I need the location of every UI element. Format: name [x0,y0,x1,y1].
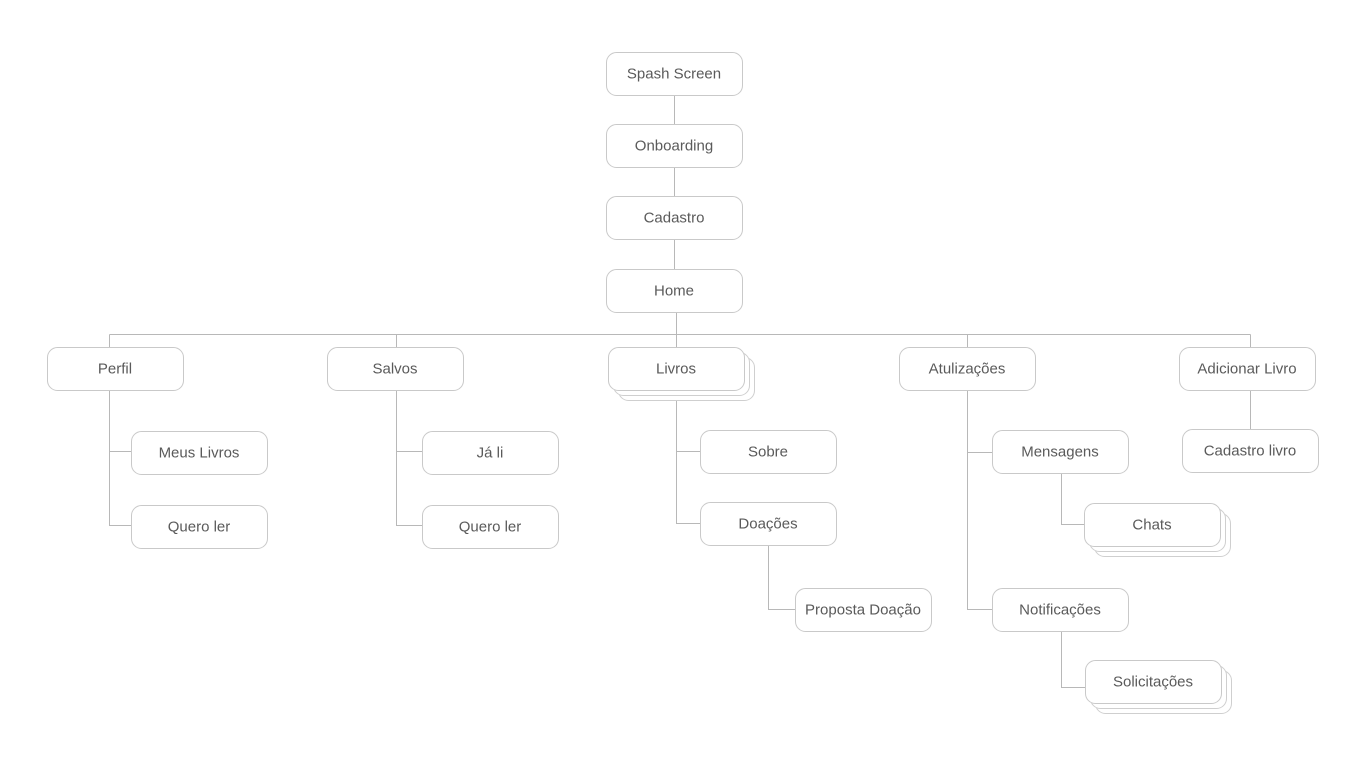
node-label: Cadastro [644,210,705,227]
node-label: Atulizações [929,361,1006,378]
node-label: Sobre [748,444,788,461]
node-home[interactable]: Home [606,269,743,313]
node-chats[interactable]: Chats [1084,503,1231,557]
node-cadastro[interactable]: Cadastro [606,196,743,240]
node-label: Perfil [98,361,132,378]
node-proposta-doacao[interactable]: Proposta Doação [795,588,932,632]
node-notificacoes[interactable]: Notificações [992,588,1129,632]
node-label: Quero ler [168,519,231,536]
edge-doacoes-proposta [768,545,796,610]
node-label: Spash Screen [627,66,721,83]
edge-livros-children [676,400,701,524]
node-onboarding[interactable]: Onboarding [606,124,743,168]
node-label: Livros [656,361,696,378]
node-label: Chats [1132,517,1171,534]
node-perfil[interactable]: Perfil [47,347,184,391]
node-label: Cadastro livro [1204,443,1297,460]
node-cadastro-livro[interactable]: Cadastro livro [1182,429,1319,473]
node-label: Salvos [372,361,417,378]
node-label: Mensagens [1021,444,1099,461]
node-label: Doações [738,516,797,533]
sitemap-diagram: Spash Screen Onboarding Cadastro Home Perfil… [47,52,1319,714]
node-label: Meus Livros [159,445,240,462]
node-adicionar-livro[interactable]: Adicionar Livro [1179,347,1316,391]
node-label: Quero ler [459,519,522,536]
node-ja-li[interactable]: Já li [422,431,559,475]
nodes-layer: Spash Screen Onboarding Cadastro Home Perfil… [47,52,1319,714]
node-atualizacoes[interactable]: Atulizações [899,347,1036,391]
node-label: Onboarding [635,138,713,155]
node-label: Já li [477,445,504,462]
node-perfil-quero-ler[interactable]: Quero ler [131,505,268,549]
edge-atualizacoes-children [967,390,993,610]
node-label: Notificações [1019,602,1101,619]
edge-salvos-children [396,390,423,526]
node-splash[interactable]: Spash Screen [606,52,743,96]
node-sobre[interactable]: Sobre [700,430,837,474]
node-label: Adicionar Livro [1197,361,1296,378]
edge-mensagens-chats [1061,473,1085,525]
edge-notificacoes-solicitacoes [1061,631,1086,688]
node-doacoes[interactable]: Doações [700,502,837,546]
node-salvos[interactable]: Salvos [327,347,464,391]
node-livros[interactable]: Livros [608,347,755,401]
node-mensagens[interactable]: Mensagens [992,430,1129,474]
edge-perfil-children [109,390,132,526]
node-solicitacoes[interactable]: Solicitações [1085,660,1232,714]
node-salvos-quero-ler[interactable]: Quero ler [422,505,559,549]
node-label: Proposta Doação [805,602,921,619]
node-meus-livros[interactable]: Meus Livros [131,431,268,475]
node-label: Solicitações [1113,674,1193,691]
node-label: Home [654,283,694,300]
